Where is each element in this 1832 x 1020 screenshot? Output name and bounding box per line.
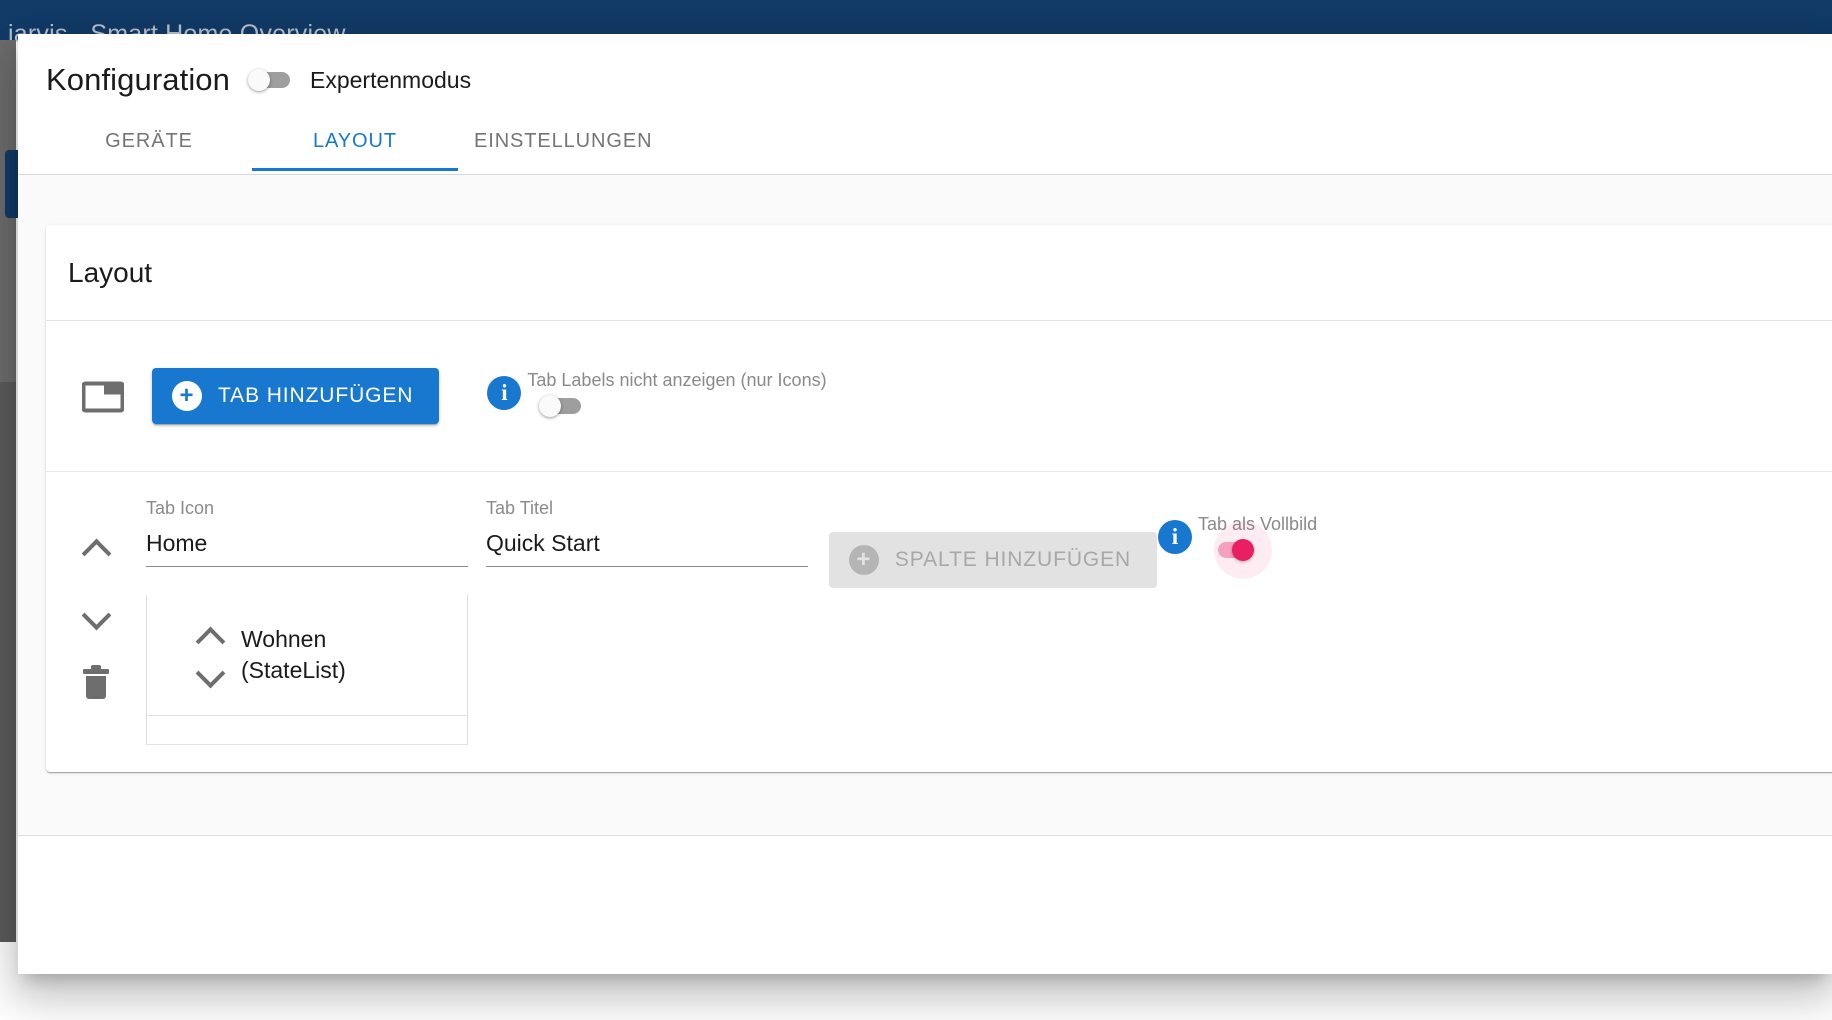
tab-icon-field: Tab Icon	[146, 498, 468, 567]
app-sidebar-lower	[0, 382, 16, 942]
dialog-content: Layout + TAB HINZUFÜGEN i Tab Labels nic…	[18, 175, 1832, 835]
add-column-button-label: SPALTE HINZUFÜGEN	[894, 548, 1132, 571]
tab-title-label: Tab Titel	[486, 498, 554, 518]
info-icon[interactable]: i	[487, 376, 522, 410]
expert-mode-toggle[interactable]	[248, 69, 292, 91]
tab-order-controls	[46, 498, 146, 772]
dialog-tabs: GERÄTE LAYOUT EINSTELLUNGEN	[46, 116, 668, 171]
fullscreen-group: i Tab als Vollbild	[1158, 514, 1317, 579]
add-tab-button[interactable]: + TAB HINZUFÜGEN	[152, 368, 440, 424]
add-column-button[interactable]: + SPALTE HINZUFÜGEN	[828, 532, 1158, 588]
dialog-header: Konfiguration Expertenmodus GERÄTE LAYOU…	[18, 34, 1832, 174]
move-tab-down-button[interactable]	[72, 592, 120, 640]
tab-title-input[interactable]	[486, 527, 808, 567]
hide-labels-stack: Tab Labels nicht anzeigen (nur Icons)	[527, 370, 827, 422]
tab-einstellungen[interactable]: EINSTELLUNGEN	[458, 116, 668, 171]
toggle-thumb	[1232, 539, 1254, 561]
dialog-title-row: Konfiguration Expertenmodus	[46, 62, 471, 98]
info-icon[interactable]: i	[1158, 520, 1192, 554]
fullscreen-switch-wrap	[1198, 521, 1317, 579]
move-tab-up-button[interactable]	[72, 524, 120, 572]
move-widget-up-button[interactable]	[193, 621, 227, 651]
widget-name: Wohnen	[241, 626, 327, 652]
tab-entry-section: Tab Icon Home Wohnen (StateList) Tab Tit…	[46, 472, 1832, 772]
tab-icon-input[interactable]	[146, 527, 468, 567]
tab-geraete[interactable]: GERÄTE	[46, 116, 252, 171]
plus-circle-icon: +	[848, 545, 879, 575]
hide-labels-group: i Tab Labels nicht anzeigen (nur Icons)	[487, 370, 827, 422]
widget-text: Wohnen (StateList)	[241, 626, 346, 684]
tab-icon-label: Tab Icon	[146, 498, 215, 518]
plus-circle-icon: +	[172, 381, 202, 411]
tab-outline-icon	[81, 377, 125, 415]
toggle-thumb	[248, 69, 270, 91]
chevron-up-icon	[197, 629, 223, 643]
fullscreen-stack: Tab als Vollbild	[1198, 514, 1317, 579]
layout-card: Layout + TAB HINZUFÜGEN i Tab Labels nic…	[46, 225, 1832, 772]
chevron-down-icon	[83, 609, 109, 623]
hide-labels-caption: Tab Labels nicht anzeigen (nur Icons)	[527, 370, 827, 390]
hide-tab-labels-toggle[interactable]	[539, 395, 583, 417]
widget-list-footer	[147, 715, 467, 733]
widget-order-controls	[193, 621, 227, 689]
chevron-up-icon	[83, 541, 109, 555]
dialog-footer	[18, 835, 1832, 974]
layout-card-title: Layout	[68, 256, 153, 288]
tab-entry-row: Tab Icon Home Wohnen (StateList) Tab Tit…	[46, 472, 1832, 772]
trash-body	[86, 676, 106, 699]
configuration-dialog: Konfiguration Expertenmodus GERÄTE LAYOU…	[18, 34, 1832, 974]
dialog-title: Konfiguration	[46, 62, 230, 97]
tab-layout[interactable]: LAYOUT	[252, 116, 458, 171]
move-widget-down-button[interactable]	[193, 659, 227, 689]
chevron-down-icon	[197, 667, 223, 681]
tab-column-container: Wohnen (StateList)	[146, 595, 468, 745]
add-tab-button-label: TAB HINZUFÜGEN	[218, 384, 414, 407]
widget-type: (StateList)	[241, 657, 346, 683]
tab-einstellungen-label: EINSTELLUNGEN	[474, 130, 653, 152]
fullscreen-wrap: i Tab als Vollbild	[1158, 498, 1317, 772]
trash-icon	[83, 665, 109, 699]
trash-lid	[83, 665, 109, 674]
expert-mode-label: Expertenmodus	[310, 66, 472, 93]
delete-tab-button[interactable]	[72, 660, 120, 708]
add-tab-section: + TAB HINZUFÜGEN i Tab Labels nicht anze…	[46, 321, 1832, 472]
hide-labels-switch-wrap	[527, 395, 826, 422]
tab-icon-column: Tab Icon Home Wohnen (StateList)	[146, 498, 486, 772]
layout-card-header: Layout	[46, 225, 1832, 321]
widget-list-item[interactable]: Wohnen (StateList)	[147, 595, 467, 715]
tab-geraete-label: GERÄTE	[105, 130, 193, 152]
tab-title-column: Tab Titel	[486, 498, 828, 772]
tab-layout-label: LAYOUT	[313, 130, 397, 152]
tab-fullscreen-toggle[interactable]	[1210, 521, 1272, 579]
add-tab-row: + TAB HINZUFÜGEN i Tab Labels nicht anze…	[46, 321, 1832, 471]
add-column-wrap: + SPALTE HINZUFÜGEN	[828, 498, 1158, 772]
tab-title-field: Tab Titel	[486, 498, 808, 567]
